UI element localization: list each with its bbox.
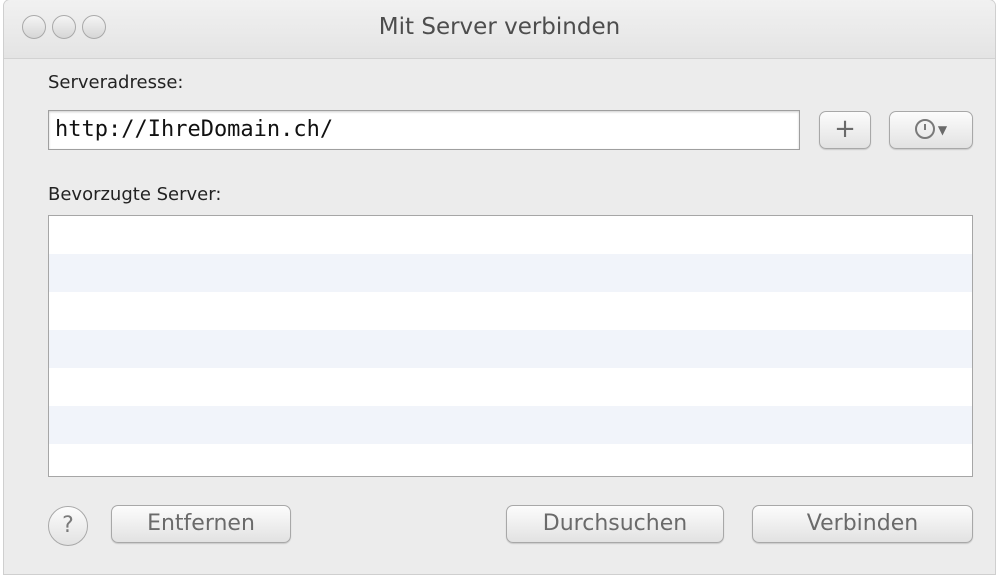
- list-row: [49, 216, 972, 254]
- title-bar: Mit Server verbinden: [4, 0, 995, 59]
- remove-button[interactable]: Entfernen: [111, 505, 291, 543]
- server-address-input[interactable]: http://IhreDomain.ch/: [48, 110, 800, 150]
- list-row: [49, 330, 972, 368]
- clock-icon: [914, 118, 935, 139]
- add-favorite-button[interactable]: +: [819, 111, 871, 149]
- list-row: [49, 406, 972, 444]
- list-row: [49, 254, 972, 292]
- help-button[interactable]: ?: [48, 506, 88, 546]
- window-title: Mit Server verbinden: [378, 14, 621, 40]
- connect-button[interactable]: Verbinden: [752, 505, 973, 543]
- favorite-servers-label: Bevorzugte Server:: [48, 184, 222, 205]
- server-address-label: Serveradresse:: [48, 72, 184, 93]
- connect-to-server-window: Mit Server verbinden Serveradresse: http…: [4, 0, 995, 574]
- favorite-servers-list[interactable]: [48, 215, 973, 477]
- recent-servers-button[interactable]: ▼: [889, 111, 973, 149]
- list-row: [49, 444, 972, 476]
- list-row: [49, 368, 972, 406]
- dropdown-arrow-icon: ▼: [937, 123, 948, 137]
- list-row: [49, 292, 972, 330]
- browse-button[interactable]: Durchsuchen: [506, 505, 724, 543]
